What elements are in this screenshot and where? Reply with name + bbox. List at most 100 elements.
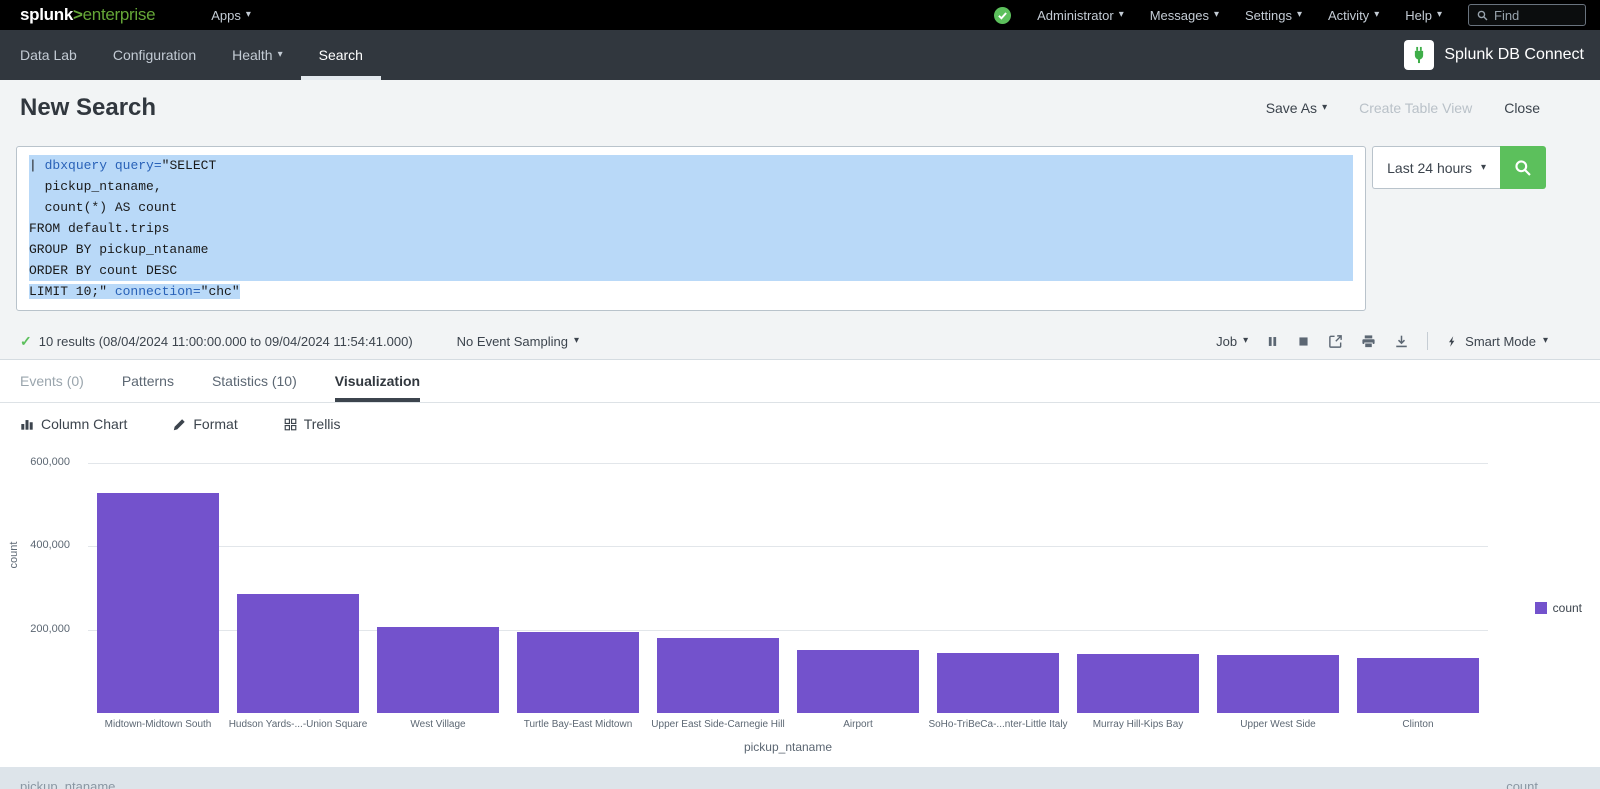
bars — [88, 463, 1488, 713]
save-as-button[interactable]: Save As ▾ — [1266, 100, 1327, 116]
x-axis-category-label: Murray Hill-Kips Bay — [1068, 719, 1208, 730]
results-check-icon: ✓ — [20, 333, 32, 350]
user-menu[interactable]: Administrator ▾ — [1037, 8, 1124, 23]
splunk-logo[interactable]: splunk>enterprise — [20, 5, 155, 25]
divider — [1427, 332, 1428, 350]
app-title: Splunk DB Connect — [1444, 46, 1584, 64]
smart-mode-dropdown[interactable]: Smart Mode ▾ — [1446, 334, 1548, 349]
x-axis-category-label: West Village — [368, 719, 508, 730]
event-sampling-dropdown[interactable]: No Event Sampling ▾ — [457, 334, 579, 349]
job-controls: Job ▾ Smart Mode — [1216, 332, 1548, 350]
search-bar: | dbxquery query="SELECT pickup_ntaname,… — [0, 136, 1600, 323]
app-identity: Splunk DB Connect — [1404, 30, 1584, 80]
find-input[interactable] — [1494, 8, 1578, 23]
search-query-editor[interactable]: | dbxquery query="SELECT pickup_ntaname,… — [16, 146, 1366, 311]
user-menu-label: Administrator — [1037, 8, 1114, 23]
stats-header-pickup-ntaname[interactable]: pickup_ntaname — [20, 779, 115, 789]
y-axis-tick-label: 200,000 — [0, 623, 70, 635]
bar-7[interactable] — [937, 653, 1059, 713]
bar-4[interactable] — [517, 632, 639, 713]
stop-button[interactable] — [1297, 335, 1310, 348]
legend-label: count — [1553, 601, 1582, 615]
job-menu[interactable]: Job ▾ — [1216, 334, 1248, 349]
tab-visualization[interactable]: Visualization — [335, 360, 420, 402]
magnifier-icon — [1514, 159, 1532, 177]
appbar-item-data-lab[interactable]: Data Lab — [2, 30, 95, 80]
status-ok-icon[interactable] — [994, 7, 1011, 24]
caret-down-icon: ▾ — [1214, 10, 1219, 20]
bar-slot — [648, 638, 788, 713]
query-line: pickup_ntaname, — [29, 176, 1353, 197]
appbar-item-search[interactable]: Search — [301, 30, 381, 80]
bar-slot — [928, 653, 1068, 713]
find-box[interactable] — [1468, 4, 1586, 26]
bar-2[interactable] — [237, 594, 359, 713]
print-button[interactable] — [1361, 334, 1376, 349]
bar-3[interactable] — [377, 627, 499, 713]
bar-1[interactable] — [97, 493, 219, 713]
activity-menu[interactable]: Activity ▾ — [1328, 8, 1379, 23]
bar-9[interactable] — [1217, 655, 1339, 713]
help-menu-label: Help — [1405, 8, 1432, 23]
tab-events[interactable]: Events (0) — [20, 360, 84, 402]
apps-menu[interactable]: Apps ▾ — [211, 8, 251, 23]
statistics-table-header: pickup_ntaname count — [0, 767, 1600, 789]
format-button[interactable]: Format — [173, 416, 237, 432]
column-chart: count 200,000400,000600,000 Midtown-Midt… — [0, 449, 1600, 757]
query-line: LIMIT 10;" connection="chc" — [29, 281, 1353, 302]
x-axis-category-label: Hudson Yards-...-Union Square — [228, 719, 368, 730]
query-line: FROM default.trips — [29, 218, 1353, 239]
x-axis-category-label: Clinton — [1348, 719, 1488, 730]
appbar-item-label: Configuration — [113, 47, 196, 63]
legend[interactable]: count — [1535, 601, 1582, 615]
bar-5[interactable] — [657, 638, 779, 713]
page-header: New Search Save As ▾ Create Table View C… — [0, 80, 1600, 136]
bar-10[interactable] — [1357, 658, 1479, 713]
time-range-picker[interactable]: Last 24 hours ▾ — [1372, 146, 1500, 189]
stats-header-count[interactable]: count — [1506, 779, 1538, 789]
trellis-label: Trellis — [304, 416, 341, 432]
results-summary: 10 results (08/04/2024 11:00:00.000 to 0… — [39, 334, 413, 349]
create-table-view-button[interactable]: Create Table View — [1359, 100, 1472, 116]
y-axis-tick-label: 600,000 — [0, 456, 70, 468]
logo-enterprise-text: enterprise — [83, 5, 156, 24]
time-range-label: Last 24 hours — [1387, 160, 1472, 176]
close-button[interactable]: Close — [1504, 100, 1540, 116]
settings-menu[interactable]: Settings ▾ — [1245, 8, 1302, 23]
page-title: New Search — [20, 94, 156, 122]
bar-slot — [1068, 654, 1208, 713]
bar-slot — [1348, 658, 1488, 713]
share-button[interactable] — [1328, 334, 1343, 349]
x-axis-category-label: Midtown-Midtown South — [88, 719, 228, 730]
logo-splunk-text: splunk — [20, 5, 73, 24]
tab-patterns[interactable]: Patterns — [122, 360, 174, 402]
pause-button[interactable] — [1266, 335, 1279, 348]
trellis-button[interactable]: Trellis — [284, 416, 341, 432]
messages-menu-label: Messages — [1150, 8, 1209, 23]
column-chart-icon — [20, 417, 34, 431]
create-table-view-label: Create Table View — [1359, 100, 1472, 116]
tab-statistics[interactable]: Statistics (10) — [212, 360, 297, 402]
bar-8[interactable] — [1077, 654, 1199, 713]
db-connect-icon — [1404, 40, 1434, 70]
appbar-item-health[interactable]: Health ▾ — [214, 30, 301, 80]
bar-slot — [788, 650, 928, 713]
bar-6[interactable] — [797, 650, 919, 713]
query-line: | dbxquery query="SELECT — [29, 155, 1353, 176]
caret-down-icon: ▾ — [1119, 10, 1124, 20]
appbar-item-configuration[interactable]: Configuration — [95, 30, 214, 80]
messages-menu[interactable]: Messages ▾ — [1150, 8, 1219, 23]
legend-swatch — [1535, 602, 1547, 614]
search-controls: Last 24 hours ▾ — [1372, 146, 1546, 189]
bar-slot — [508, 632, 648, 713]
chart-type-button[interactable]: Column Chart — [20, 416, 127, 432]
bar-slot — [1208, 655, 1348, 713]
help-menu[interactable]: Help ▾ — [1405, 8, 1442, 23]
topbar: splunk>enterprise Apps ▾ Administrator ▾… — [0, 0, 1600, 30]
format-label: Format — [193, 416, 237, 432]
search-button[interactable] — [1500, 146, 1546, 189]
query-line: ORDER BY count DESC — [29, 260, 1353, 281]
pencil-icon — [173, 418, 186, 431]
apps-menu-label: Apps — [211, 8, 241, 23]
export-button[interactable] — [1394, 334, 1409, 349]
